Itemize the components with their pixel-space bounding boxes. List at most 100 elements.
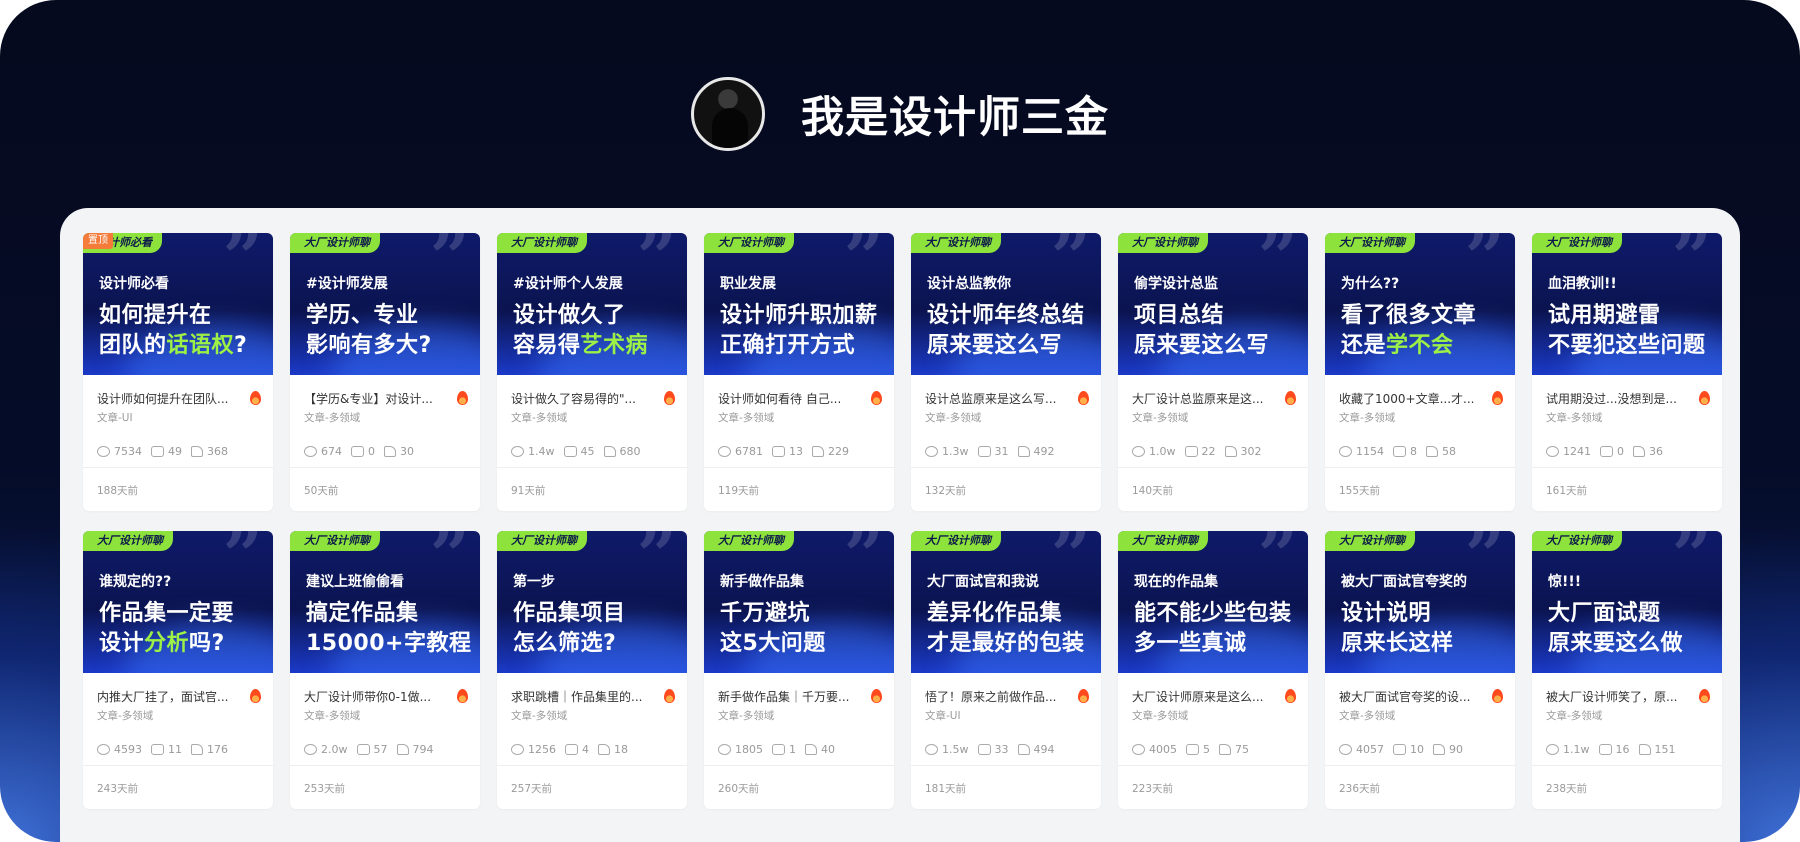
article-category: 文章-UI: [925, 710, 961, 722]
article-cover[interactable]: ” 大厂设计师聊 设计总监教你 设计师年终总结 原来要这么写: [911, 233, 1101, 375]
cover-headline-1: 作品集一定要: [99, 601, 235, 626]
fire-icon: [1078, 689, 1089, 703]
comment-count: 49: [168, 444, 182, 458]
quote-mark-icon: ”: [636, 531, 677, 597]
article-cover[interactable]: ” 大厂设计师聊 第一步 作品集项目 怎么筛选?: [497, 531, 687, 673]
article-cover[interactable]: ” 大厂设计师聊 新手做作品集 千万避坑 这5大问题: [704, 531, 894, 673]
article-card[interactable]: ” 大厂设计师聊 现在的作品集 能不能少些包装 多一些真诚 大厂设计师原来是这么…: [1118, 531, 1308, 809]
article-card[interactable]: ” 大厂设计师聊 为什么?? 看了很多文章 还是学不会 收藏了1000+文章..…: [1325, 233, 1515, 511]
like-count: 494: [1033, 742, 1055, 756]
article-cover[interactable]: ” 大厂设计师聊 职业发展 设计师升职加薪 正确打开方式: [704, 233, 894, 375]
like-count: 176: [207, 742, 228, 756]
article-cover[interactable]: ” 大厂设计师聊 大厂面试官和我说 差异化作品集 才是最好的包装: [911, 531, 1101, 673]
eye-icon: [925, 445, 938, 457]
article-cover[interactable]: ” 大厂设计师聊 现在的作品集 能不能少些包装 多一些真诚: [1118, 531, 1308, 673]
article-card[interactable]: ” 大厂设计师聊 #设计师个人发展 设计做久了 容易得艺术病 设计做久了容易得的…: [497, 233, 687, 511]
like-count: 492: [1033, 444, 1055, 458]
cover-subtitle: 大厂面试官和我说: [927, 574, 1039, 590]
article-title[interactable]: 设计师如何提升在团队...: [97, 390, 228, 407]
divider: [290, 765, 480, 766]
publish-time: 155天前: [1339, 485, 1381, 497]
cover-headline-2: 容易得艺术病: [513, 333, 649, 358]
avatar[interactable]: [691, 77, 765, 151]
thumbs-up-icon: [805, 743, 817, 755]
article-cover[interactable]: ” 大厂设计师聊 建议上班偷偷看 搞定作品集 15000+字教程: [290, 531, 480, 673]
publish-time: 236天前: [1339, 783, 1381, 795]
publish-time: 132天前: [925, 485, 967, 497]
article-title[interactable]: 大厂设计师带你0-1做...: [304, 688, 431, 705]
article-card[interactable]: ” 大厂设计师聊 血泪教训!! 试用期避雷 不要犯这些问题 试用期没过...没想…: [1532, 233, 1722, 511]
article-cover[interactable]: ” 大厂设计师聊 被大厂面试官夸奖的 设计说明 原来长这样: [1325, 531, 1515, 673]
eye-icon: [1132, 743, 1145, 755]
article-card[interactable]: ” 设计师必看 设计师必看 如何提升在 团队的话语权? 置顶 设计师如何提升在团…: [83, 233, 273, 511]
thumbs-up-icon: [1433, 743, 1445, 755]
article-card[interactable]: ” 大厂设计师聊 谁规定的?? 作品集一定要 设计分析吗? 内推大厂挂了，面试官…: [83, 531, 273, 809]
article-stats: 674 0 30: [304, 443, 468, 459]
article-category: 文章-多领域: [1132, 412, 1189, 424]
cover-tag: 大厂设计师聊: [1325, 233, 1415, 253]
article-cover[interactable]: ” 大厂设计师聊 为什么?? 看了很多文章 还是学不会: [1325, 233, 1515, 375]
comment-count: 31: [994, 444, 1009, 458]
article-title[interactable]: 新手做作品集｜千万要...: [718, 688, 849, 705]
article-title[interactable]: 试用期没过...没想到是...: [1546, 390, 1677, 407]
article-cover[interactable]: ” 设计师必看 设计师必看 如何提升在 团队的话语权? 置顶: [83, 233, 273, 375]
article-stats: 1.1w 16 151: [1546, 741, 1710, 757]
thumbs-up-icon: [191, 445, 203, 457]
article-title[interactable]: 设计师如何看待 自己...: [718, 390, 841, 407]
cover-headline-2: 原来要这么写: [927, 333, 1063, 358]
cover-tag: 大厂设计师聊: [911, 531, 1001, 551]
article-card[interactable]: ” 大厂设计师聊 建议上班偷偷看 搞定作品集 15000+字教程 大厂设计师带你…: [290, 531, 480, 809]
article-title[interactable]: 求职跳槽｜作品集里的...: [511, 688, 642, 705]
article-title[interactable]: 悟了！原来之前做作品...: [925, 688, 1056, 705]
like-count: 680: [619, 444, 641, 458]
article-title[interactable]: 大厂设计师原来是这么...: [1132, 688, 1263, 705]
article-cover[interactable]: ” 大厂设计师聊 偷学设计总监 项目总结 原来要这么写: [1118, 233, 1308, 375]
comment-icon: [151, 445, 164, 457]
divider: [1325, 765, 1515, 766]
article-card[interactable]: ” 大厂设计师聊 职业发展 设计师升职加薪 正确打开方式 设计师如何看待 自己.…: [704, 233, 894, 511]
article-card[interactable]: ” 大厂设计师聊 惊!!! 大厂面试题 原来要这么做 被大厂设计师笑了，原...…: [1532, 531, 1722, 809]
profile-header: 我是设计师三金: [0, 72, 1800, 156]
cover-headline-1: 大厂面试题: [1548, 601, 1661, 626]
article-title[interactable]: 【学历&专业】对设计...: [304, 390, 433, 407]
view-count: 1256: [528, 742, 556, 756]
article-cover[interactable]: ” 大厂设计师聊 惊!!! 大厂面试题 原来要这么做: [1532, 531, 1722, 673]
divider: [497, 765, 687, 766]
article-title[interactable]: 被大厂面试官夸奖的设...: [1339, 688, 1470, 705]
thumbs-up-icon: [603, 445, 616, 457]
article-title[interactable]: 收藏了1000+文章...才...: [1339, 390, 1474, 407]
article-cover[interactable]: ” 大厂设计师聊 #设计师发展 学历、专业 影响有多大?: [290, 233, 480, 375]
article-title[interactable]: 设计总监原来是这么写...: [925, 390, 1056, 407]
eye-icon: [304, 743, 317, 755]
article-card[interactable]: ” 大厂设计师聊 设计总监教你 设计师年终总结 原来要这么写 设计总监原来是这么…: [911, 233, 1101, 511]
article-title[interactable]: 设计做久了容易得的"...: [511, 390, 636, 407]
article-card[interactable]: ” 大厂设计师聊 第一步 作品集项目 怎么筛选? 求职跳槽｜作品集里的... 文…: [497, 531, 687, 809]
fire-icon: [1699, 391, 1710, 405]
article-card[interactable]: ” 大厂设计师聊 大厂面试官和我说 差异化作品集 才是最好的包装 悟了！原来之前…: [911, 531, 1101, 809]
cover-headline-2: 团队的话语权?: [99, 333, 248, 358]
cover-headline-2: 原来要这么做: [1548, 631, 1684, 656]
article-title[interactable]: 被大厂设计师笑了，原...: [1546, 688, 1677, 705]
comment-icon: [1186, 743, 1199, 755]
article-stats: 1.5w 33 494: [925, 741, 1089, 757]
cover-headline-1: 设计说明: [1341, 601, 1432, 626]
view-count: 6781: [735, 444, 763, 458]
article-card[interactable]: ” 大厂设计师聊 #设计师发展 学历、专业 影响有多大? 【学历&专业】对设计.…: [290, 233, 480, 511]
divider: [290, 467, 480, 468]
cover-subtitle: 新手做作品集: [720, 574, 804, 590]
article-cover[interactable]: ” 大厂设计师聊 谁规定的?? 作品集一定要 设计分析吗?: [83, 531, 273, 673]
comment-count: 11: [168, 742, 182, 756]
view-count: 1241: [1563, 444, 1591, 458]
article-card[interactable]: ” 大厂设计师聊 新手做作品集 千万避坑 这5大问题 新手做作品集｜千万要...…: [704, 531, 894, 809]
article-category: 文章-多领域: [97, 710, 154, 722]
eye-icon: [511, 445, 524, 457]
article-cover[interactable]: ” 大厂设计师聊 #设计师个人发展 设计做久了 容易得艺术病: [497, 233, 687, 375]
article-card[interactable]: ” 大厂设计师聊 偷学设计总监 项目总结 原来要这么写 大厂设计总监原来是这..…: [1118, 233, 1308, 511]
article-cover[interactable]: ” 大厂设计师聊 血泪教训!! 试用期避雷 不要犯这些问题: [1532, 233, 1722, 375]
cover-headline-2: 影响有多大?: [306, 333, 432, 358]
article-card[interactable]: ” 大厂设计师聊 被大厂面试官夸奖的 设计说明 原来长这样 被大厂面试官夸奖的设…: [1325, 531, 1515, 809]
article-title[interactable]: 大厂设计总监原来是这...: [1132, 390, 1263, 407]
fire-icon: [1078, 391, 1089, 405]
article-title[interactable]: 内推大厂挂了，面试官...: [97, 688, 228, 705]
like-count: 40: [821, 742, 835, 756]
